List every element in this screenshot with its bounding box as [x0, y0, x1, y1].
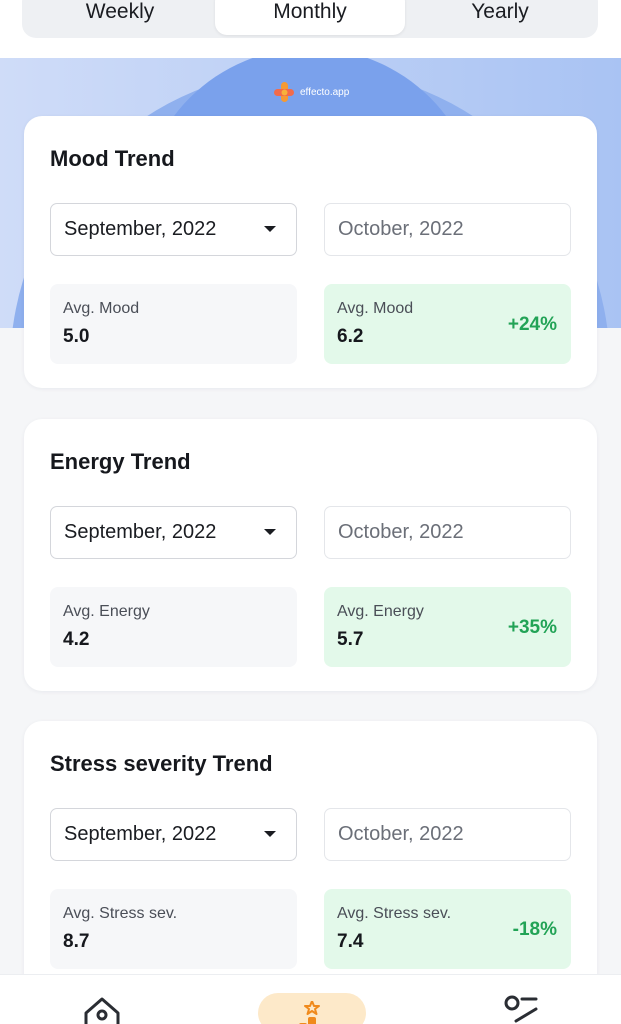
dropdown-caret-icon [264, 226, 276, 232]
stat-label: Avg. Energy [337, 603, 424, 620]
field-value: October, 2022 [338, 823, 464, 845]
stat-value: 5.0 [63, 326, 90, 347]
energy-trend-card: Energy Trend September, 2022 October, 20… [24, 419, 597, 691]
stat-from: Avg. Energy 4.2 [50, 587, 297, 667]
card-title: Stress severity Trend [50, 751, 273, 776]
nav-home[interactable] [82, 993, 122, 1024]
compare-from-select[interactable]: September, 2022 [50, 808, 297, 861]
stat-from: Avg. Mood 5.0 [50, 284, 297, 364]
stat-value: 7.4 [337, 931, 364, 952]
nav-insights[interactable] [258, 993, 366, 1024]
dropdown-caret-icon [264, 831, 276, 837]
stat-change-badge: +24% [507, 314, 557, 335]
stat-label: Avg. Mood [63, 300, 140, 317]
mood-trend-card: Mood Trend September, 2022 October, 2022… [24, 116, 597, 388]
dropdown-caret-icon [264, 529, 276, 535]
stat-value: 6.2 [337, 326, 364, 347]
select-value: September, 2022 [64, 521, 217, 543]
stat-change-badge: +35% [507, 617, 557, 638]
select-value: September, 2022 [64, 218, 217, 240]
stat-label: Avg. Stress sev. [337, 905, 452, 922]
compare-from-select[interactable]: September, 2022 [50, 203, 297, 256]
field-value: October, 2022 [338, 521, 464, 543]
compare-to-field[interactable]: October, 2022 [324, 506, 571, 559]
tab-weekly[interactable]: Weekly [25, 0, 215, 38]
stat-to: Avg. Energy 5.7 +35% [324, 587, 571, 667]
card-title: Energy Trend [50, 449, 191, 474]
nav-routes[interactable] [502, 993, 542, 1024]
stat-label: Avg. Energy [63, 603, 150, 620]
stat-to: Avg. Stress sev. 7.4 -18% [324, 889, 571, 969]
insights-icon [299, 1001, 320, 1024]
home-icon [84, 997, 120, 1024]
period-selector-bar: Weekly Monthly Yearly [0, 0, 621, 58]
card-title: Mood Trend [50, 146, 175, 171]
tab-monthly[interactable]: Monthly [215, 0, 405, 35]
routes-icon [504, 995, 538, 1023]
stat-value: 4.2 [63, 629, 90, 650]
stat-value: 8.7 [63, 931, 90, 952]
period-segmented-control: Weekly Monthly Yearly [22, 0, 598, 38]
stress-trend-card: Stress severity Trend September, 2022 Oc… [24, 721, 597, 993]
stat-label: Avg. Mood [337, 300, 414, 317]
stat-label: Avg. Stress sev. [63, 905, 178, 922]
stat-change-badge: -18% [512, 919, 557, 940]
compare-from-select[interactable]: September, 2022 [50, 506, 297, 559]
stat-from: Avg. Stress sev. 8.7 [50, 889, 297, 969]
stat-value: 5.7 [337, 629, 364, 650]
field-value: October, 2022 [338, 218, 464, 240]
select-value: September, 2022 [64, 823, 217, 845]
compare-to-field[interactable]: October, 2022 [324, 203, 571, 256]
stat-to: Avg. Mood 6.2 +24% [324, 284, 571, 364]
brand-logo: effecto.app [272, 80, 349, 104]
bottom-navigation [0, 974, 621, 1024]
brand-name: effecto.app [300, 86, 350, 98]
effecto-logo-icon [274, 82, 294, 102]
compare-to-field[interactable]: October, 2022 [324, 808, 571, 861]
tab-yearly[interactable]: Yearly [405, 0, 595, 38]
